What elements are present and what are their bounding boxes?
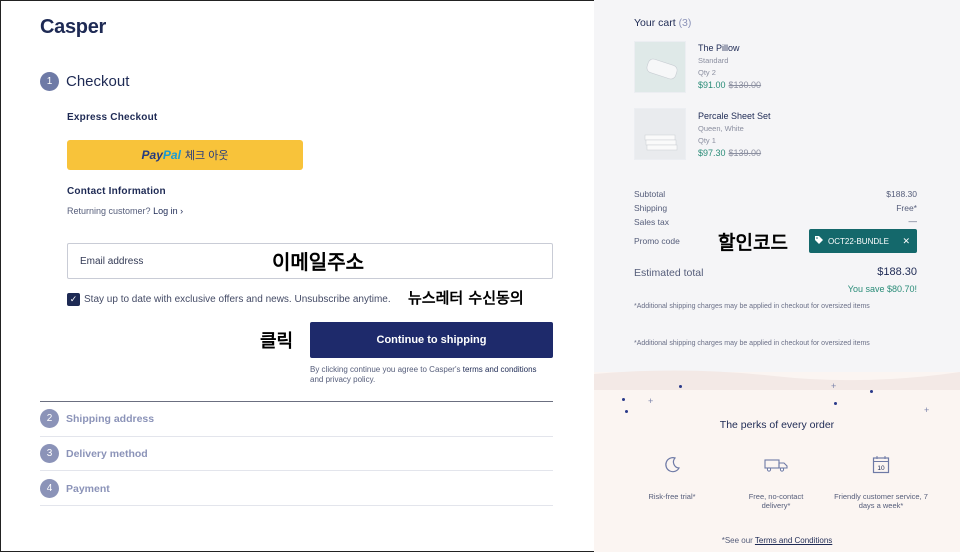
shipping-note: *Additional shipping charges may be appl…: [634, 340, 870, 347]
subtotal-label: Subtotal: [634, 189, 666, 199]
sparkle-icon: +: [924, 405, 930, 415]
continue-to-shipping-button[interactable]: Continue to shipping: [310, 322, 553, 358]
checkout-panel: Casper 1 Checkout Express Checkout PayPa…: [0, 0, 594, 552]
paypal-logo: PayPal: [141, 148, 181, 162]
annotation-email: 이메일주소: [272, 250, 364, 274]
terms-link[interactable]: terms and conditions: [463, 365, 537, 374]
step-divider: [40, 505, 553, 506]
returning-customer: Returning customer? Log in ›: [67, 206, 184, 216]
truck-icon: [763, 458, 789, 477]
sparkle-icon: +: [648, 396, 654, 406]
checkout-title: Checkout: [66, 73, 130, 90]
savings-text: You save $80.70!: [847, 284, 917, 294]
estimated-total-label: Estimated total: [634, 267, 704, 279]
remove-promo-icon[interactable]: ✕: [902, 236, 910, 247]
product-variant: Standard: [698, 56, 729, 65]
step-shipping-address: Shipping address: [66, 413, 155, 425]
shipping-label: Shipping: [634, 203, 668, 213]
tag-icon: [815, 236, 823, 246]
login-link[interactable]: Log in ›: [153, 206, 183, 216]
perk-label: Friendly customer service, 7 days a week…: [834, 492, 928, 510]
dot-decoration: [870, 390, 873, 393]
tax-value: —: [908, 216, 918, 226]
terms-footer: *See our Terms and Conditions: [721, 536, 833, 545]
product-name: The Pillow: [698, 43, 740, 53]
product-name: Percale Sheet Set: [698, 111, 771, 121]
express-checkout-label: Express Checkout: [67, 112, 158, 123]
sparkle-icon: +: [831, 381, 837, 391]
step-3-number: 3: [40, 444, 59, 463]
pillow-image: [634, 41, 686, 93]
cart-title: Your cart (3): [634, 17, 692, 29]
step-divider: [40, 470, 553, 471]
contact-information-label: Contact Information: [67, 186, 166, 197]
perk-label: Free, no-contact delivery*: [748, 492, 804, 510]
annotation-newsletter: 뉴스레터 수신동의: [408, 289, 524, 307]
chevron-right-icon: ›: [180, 206, 184, 216]
casper-logo[interactable]: Casper: [40, 16, 106, 39]
estimated-total-value: $188.30: [877, 266, 917, 278]
subtotal-value: $188.30: [886, 189, 917, 199]
annotation-click: 클릭: [260, 331, 294, 352]
shipping-note: *Additional shipping charges may be appl…: [634, 303, 870, 310]
step-2-number: 2: [40, 409, 59, 428]
dot-decoration: [625, 410, 628, 413]
sheet-set-image: [634, 108, 686, 160]
step-divider: [40, 436, 553, 437]
dot-decoration: [679, 385, 682, 388]
perks-title: The perks of every order: [719, 419, 835, 431]
dot-decoration: [622, 398, 625, 401]
svg-text:10: 10: [877, 465, 885, 472]
step-4-number: 4: [40, 479, 59, 498]
step-1-number: 1: [40, 72, 59, 91]
step-payment: Payment: [66, 483, 110, 495]
dot-decoration: [834, 402, 837, 405]
calendar-icon: 10: [871, 455, 891, 479]
product-price: $97.30 $139.00: [698, 148, 762, 158]
cart-count: (3): [678, 17, 692, 29]
perk-label: Risk-free trial*: [648, 492, 696, 501]
check-icon: ✓: [69, 294, 78, 304]
newsletter-checkbox[interactable]: ✓: [67, 293, 80, 306]
newsletter-label: Stay up to date with exclusive offers an…: [84, 294, 391, 305]
annotation-promo: 할인코드: [718, 232, 788, 254]
paypal-checkout-button[interactable]: PayPal 체크 아웃: [67, 140, 303, 170]
promo-label: Promo code: [634, 236, 680, 246]
product-qty: Qty 1: [698, 136, 716, 145]
paypal-button-label: 체크 아웃: [184, 150, 229, 162]
product-price: $91.00 $130.00: [698, 80, 762, 90]
terms-and-conditions-link[interactable]: Terms and Conditions: [755, 536, 832, 545]
product-qty: Qty 2: [698, 68, 716, 77]
product-variant: Queen, White: [698, 124, 744, 133]
promo-code-value: OCT22-BUNDLE: [828, 236, 889, 246]
terms-disclaimer: By clicking continue you agree to Casper…: [310, 365, 537, 384]
cart-panel: Your cart (3) The Pillow Standard Qty 2 …: [594, 0, 960, 552]
tax-label: Sales tax: [634, 217, 669, 227]
promo-code-chip[interactable]: OCT22-BUNDLE ✕: [809, 229, 917, 253]
shipping-value: Free*: [896, 203, 917, 213]
moon-icon: [661, 456, 683, 479]
step-delivery-method: Delivery method: [66, 448, 148, 460]
section-divider: [40, 401, 553, 402]
